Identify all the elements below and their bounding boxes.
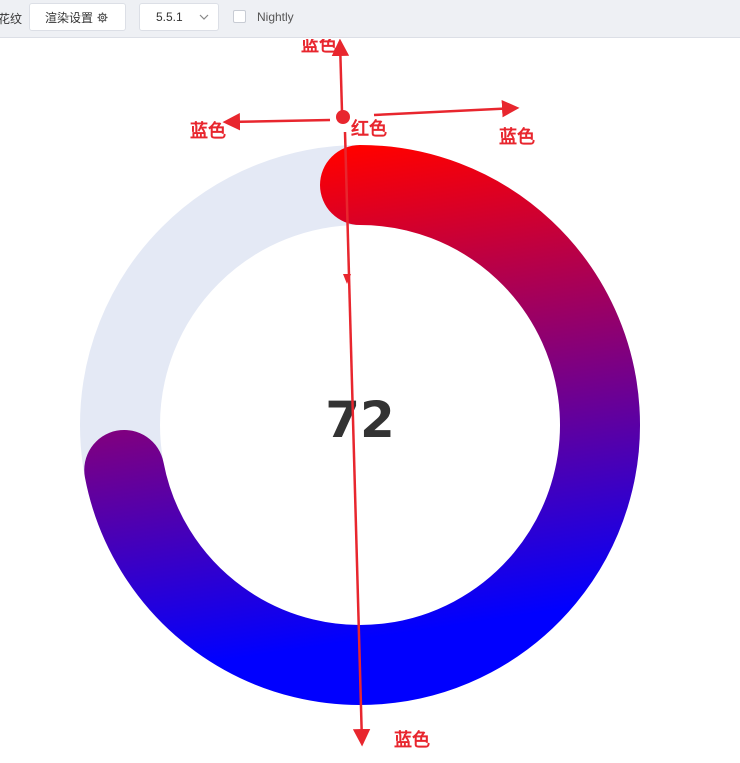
gauge-value: 72 <box>325 391 395 449</box>
nightly-label: Nightly <box>257 10 294 24</box>
annotation-arrow-up <box>331 38 350 113</box>
annotation-label-right: 蓝色 <box>499 126 535 148</box>
annotation-label-center: 红色 <box>351 118 387 140</box>
annotation-label-left: 蓝色 <box>190 120 226 142</box>
toolbar: 花纹 渲染设置 5.5.1 Nightly <box>0 0 740 38</box>
gauge-stage: 72 蓝色 蓝色 红色 蓝色 蓝色 <box>0 34 740 758</box>
annotation-label-top: 蓝色 <box>301 39 337 56</box>
annotation-center-dot <box>336 110 350 124</box>
version-value: 5.5.1 <box>156 10 183 24</box>
toolbar-left-fragment: 花纹 <box>0 12 23 26</box>
render-settings-label: 渲染设置 <box>45 10 94 25</box>
annotation-arrow-right <box>373 99 520 118</box>
annotation-arrow-left <box>222 112 331 131</box>
version-select[interactable]: 5.5.1 <box>139 3 219 31</box>
render-settings-button[interactable]: 渲染设置 <box>29 3 126 31</box>
annotation-label-bottom: 蓝色 <box>394 729 430 751</box>
gear-icon <box>97 11 108 23</box>
chevron-down-icon <box>199 13 209 21</box>
nightly-checkbox[interactable] <box>233 10 246 23</box>
gauge-svg: 72 蓝色 蓝色 红色 蓝色 蓝色 <box>80 34 640 751</box>
